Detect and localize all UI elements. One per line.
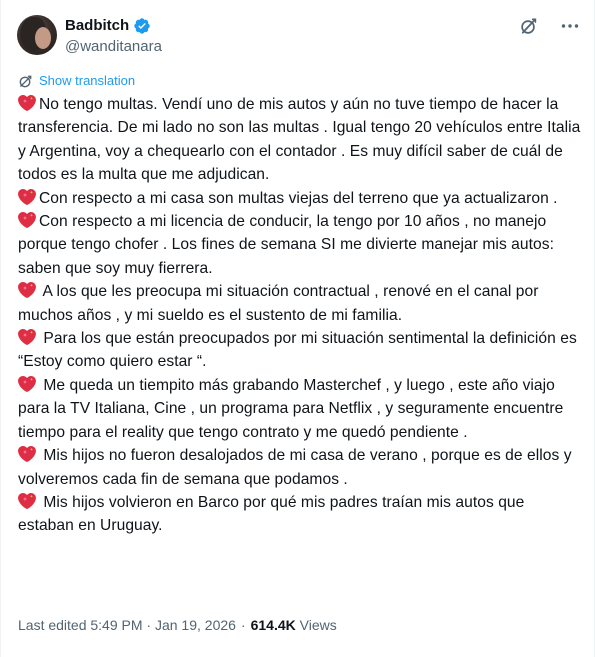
tweet-paragraph: Con respecto a mi licencia de conducir, … <box>18 210 583 280</box>
tweet-meta: Last edited 5:49 PM · Jan 19, 2026 · 614… <box>18 616 337 634</box>
tweet-paragraph: Mis hijos volvieron en Barco por qué mis… <box>18 491 583 538</box>
meta-separator: · <box>240 617 246 633</box>
tweet-paragraph-text: A los que les preocupa mi situación cont… <box>18 283 539 324</box>
author-handle[interactable]: @wanditanara <box>65 37 162 57</box>
sparkling-heart-icon <box>18 94 36 112</box>
tweet-text: No tengo multas. Vendí uno de mis autos … <box>18 93 583 538</box>
tweet-card: Badbitch @wanditanara Show translation N… <box>0 0 595 657</box>
sparkling-heart-icon <box>18 188 36 206</box>
avatar[interactable] <box>17 15 57 55</box>
tweet-paragraph-text: No tengo multas. Vendí uno de mis autos … <box>18 96 581 184</box>
sparkling-heart-icon <box>18 375 36 393</box>
tweet-paragraph-text: Para los que están preocupados por mi si… <box>18 330 577 371</box>
views-count: 614.4K <box>250 617 296 633</box>
tweet-paragraph: Para los que están preocupados por mi si… <box>18 327 583 374</box>
verified-badge-icon <box>134 18 150 34</box>
more-icon[interactable] <box>560 16 580 36</box>
tweet-paragraph-text: Mis hijos volvieron en Barco por qué mis… <box>18 493 525 535</box>
tweet-paragraph: A los que les preocupa mi situación cont… <box>18 280 583 327</box>
views-label: Views <box>299 617 337 633</box>
tweet-top-actions <box>518 16 580 36</box>
show-translation[interactable]: Show translation <box>18 73 135 89</box>
tweet-paragraph: Con respecto a mi casa son multas viejas… <box>18 187 583 210</box>
tweet-paragraph-text: Con respecto a mi casa son multas viejas… <box>39 189 558 207</box>
tweet-paragraph-text: Mis hijos no fueron desalojados de mi ca… <box>18 447 572 488</box>
sparkling-heart-icon <box>18 492 36 510</box>
sparkling-heart-icon <box>18 328 36 346</box>
tweet-paragraph-text: Me queda un tiempito más grabando Master… <box>18 376 564 441</box>
edited-timestamp[interactable]: Last edited 5:49 PM · Jan 19, 2026 <box>18 616 236 634</box>
sparkling-heart-icon <box>18 211 36 229</box>
translate-icon <box>19 75 32 87</box>
author-name-row: Badbitch <box>65 16 151 36</box>
tweet-paragraph-text: Con respecto a mi licencia de conducir, … <box>18 213 554 277</box>
sparkling-heart-icon <box>18 281 36 299</box>
tweet-paragraph: Me queda un tiempito más grabando Master… <box>18 374 583 444</box>
tweet-paragraph: No tengo multas. Vendí uno de mis autos … <box>18 93 583 187</box>
grok-icon[interactable] <box>518 16 538 36</box>
sparkling-heart-icon <box>18 445 36 463</box>
display-name[interactable]: Badbitch <box>65 16 129 36</box>
tweet-paragraph: Mis hijos no fueron desalojados de mi ca… <box>18 444 583 491</box>
avatar-face <box>35 27 51 49</box>
show-translation-label[interactable]: Show translation <box>39 73 135 89</box>
